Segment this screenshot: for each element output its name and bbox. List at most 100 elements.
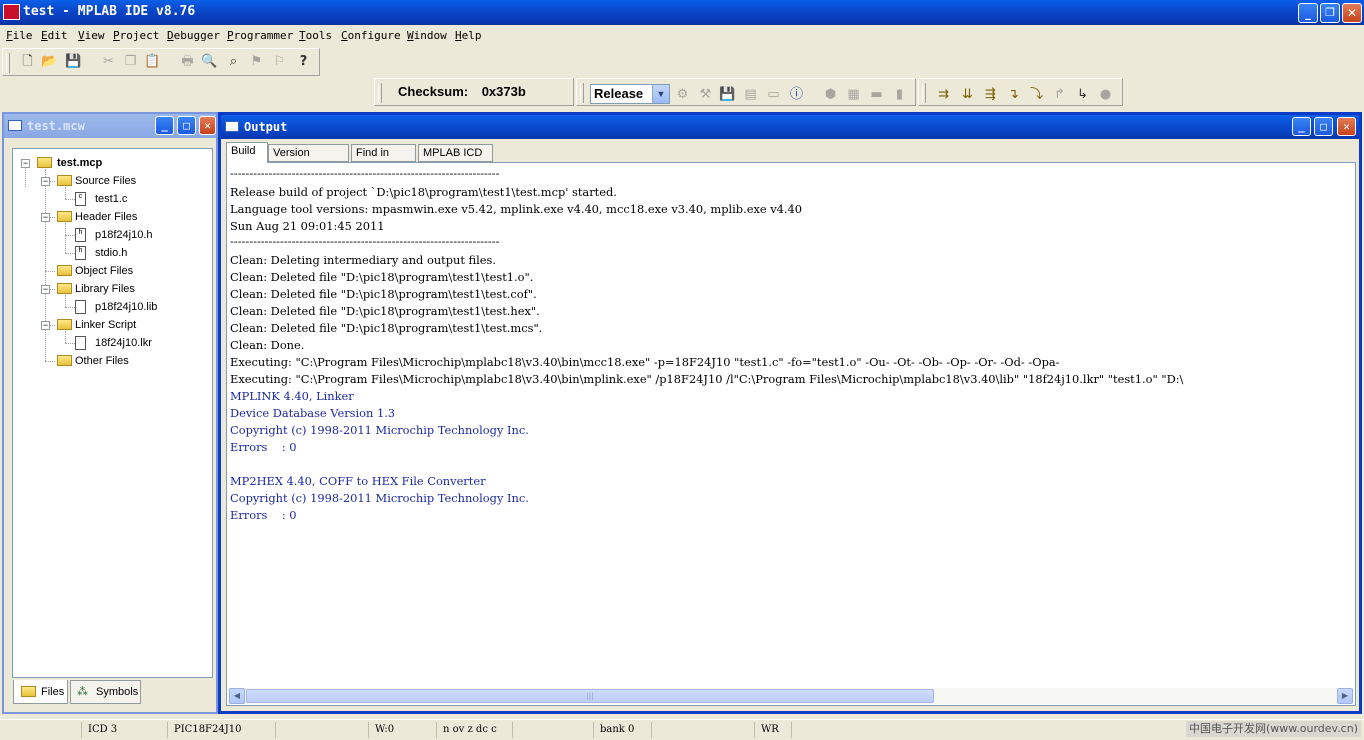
build-all-icon[interactable]: ⚒: [697, 86, 714, 103]
debug-reset-icon[interactable]: ⬢: [822, 86, 839, 103]
status-cell: [652, 722, 755, 738]
menu-help[interactable]: Help: [455, 29, 482, 42]
tab-build[interactable]: Build: [226, 142, 268, 163]
tree-folder-object-files[interactable]: Object Files: [41, 263, 201, 279]
project-window-titlebar[interactable]: test.mcw _ □ ✕: [4, 114, 216, 138]
new-file-icon[interactable]: 🗋: [19, 53, 36, 70]
scrollbar-thumb[interactable]: |||: [246, 689, 934, 703]
menu-debugger[interactable]: Debugger: [167, 29, 220, 42]
read-device-icon[interactable]: ▬: [868, 86, 885, 103]
collapse-icon[interactable]: −: [41, 213, 50, 222]
tree-file-18f24j10-lkr[interactable]: 18f24j10.lkr: [75, 335, 195, 351]
menu-project[interactable]: Project: [113, 29, 159, 42]
help-icon[interactable]: ?: [295, 53, 312, 70]
scroll-left-icon[interactable]: ◀: [229, 688, 245, 704]
tree-folder-other-files[interactable]: Other Files: [41, 353, 201, 369]
build-config-select[interactable]: Release ▼: [590, 84, 670, 104]
c-file-icon: c: [75, 192, 86, 206]
bookmark-icon[interactable]: ⚑: [248, 53, 265, 70]
copy-icon[interactable]: ❐: [122, 53, 139, 70]
tree-folder-source-files[interactable]: − Source Files: [41, 173, 201, 189]
build-output-text[interactable]: ----------------------------------------…: [226, 162, 1356, 706]
status-bank: bank 0: [594, 722, 652, 738]
save-workspace-icon[interactable]: 💾: [719, 86, 736, 103]
mplab-app-icon[interactable]: MPLAB: [3, 4, 20, 20]
output-window-title: Output: [244, 120, 288, 134]
make-icon[interactable]: ⚙: [674, 86, 691, 103]
step-into-icon[interactable]: ↴: [1005, 86, 1022, 103]
open-folder-icon[interactable]: 📂: [41, 53, 58, 70]
minimize-button[interactable]: _: [155, 116, 174, 135]
tree-folder-library-files[interactable]: − Library Files: [41, 281, 201, 297]
tab-mplab-icd3[interactable]: MPLAB ICD 3: [418, 144, 493, 175]
output-line: MP2HEX 4.40, COFF to HEX File Converter: [230, 474, 486, 488]
tree-file-p18f24j10-h[interactable]: h p18f24j10.h: [75, 227, 195, 243]
output-window-titlebar[interactable]: Output _ □ ✕: [221, 115, 1359, 139]
folder-icon: [57, 355, 72, 366]
bookmark-next-icon[interactable]: ⚐: [271, 53, 288, 70]
cut-icon[interactable]: ✂: [100, 53, 117, 70]
maximize-button[interactable]: □: [177, 116, 196, 135]
tab-symbols[interactable]: ⁂ Symbols: [70, 680, 141, 704]
close-button[interactable]: ✕: [1337, 117, 1356, 136]
close-button[interactable]: ✕: [1342, 3, 1362, 23]
tree-folder-linker-script[interactable]: − Linker Script: [41, 317, 201, 333]
menu-programmer[interactable]: Programmer: [227, 29, 293, 42]
add-files-icon[interactable]: ▤: [742, 86, 759, 103]
step-over-icon[interactable]: ⤵: [1028, 86, 1045, 103]
menu-view[interactable]: View: [78, 29, 105, 42]
step-out-icon[interactable]: ↱: [1051, 86, 1068, 103]
animate-icon[interactable]: ⇶: [982, 86, 999, 103]
tree-line: [65, 223, 66, 253]
collapse-icon[interactable]: −: [21, 159, 30, 168]
tree-file-test1-c[interactable]: c test1.c: [75, 191, 195, 207]
title-bar[interactable]: MPLAB test - MPLAB IDE v8.76 _ ❐ ✕: [0, 0, 1364, 25]
toolbar-grip[interactable]: [922, 83, 926, 103]
menu-file[interactable]: File: [6, 29, 33, 42]
horizontal-scrollbar[interactable]: ◀ ||| ▶: [228, 688, 1354, 704]
tab-version-control[interactable]: Version Control: [268, 144, 349, 175]
toolbar-grip[interactable]: [378, 83, 382, 103]
tree-file-stdio-h[interactable]: h stdio.h: [75, 245, 195, 261]
minimize-button[interactable]: _: [1298, 3, 1318, 23]
restore-button[interactable]: ❐: [1320, 3, 1340, 23]
run-icon[interactable]: ⇉: [935, 86, 952, 103]
maximize-button[interactable]: □: [1314, 117, 1333, 136]
save-icon[interactable]: 💾: [65, 53, 82, 70]
minimize-button[interactable]: _: [1292, 117, 1311, 136]
menu-window[interactable]: Window: [407, 29, 447, 42]
paste-icon[interactable]: 📋: [144, 53, 161, 70]
tab-files[interactable]: Files: [13, 680, 68, 704]
breakpoint-icon[interactable]: ●: [1097, 86, 1114, 103]
toolbar-grip[interactable]: [6, 53, 10, 73]
find-in-files-icon[interactable]: ⌕: [225, 53, 242, 70]
find-icon[interactable]: 🔍: [201, 53, 218, 70]
project-tree[interactable]: − test.mcp − Source Files c test1.c − He…: [12, 148, 213, 678]
menu-configure[interactable]: Configure: [341, 29, 401, 42]
tree-line: [65, 253, 75, 254]
collapse-icon[interactable]: −: [41, 321, 50, 330]
tree-folder-header-files[interactable]: − Header Files: [41, 209, 201, 225]
chevron-down-icon[interactable]: ▼: [652, 85, 669, 103]
scroll-right-icon[interactable]: ▶: [1337, 688, 1353, 704]
toolbar-grip[interactable]: [580, 83, 584, 103]
halt-icon[interactable]: ⇊: [959, 86, 976, 103]
tree-root[interactable]: − test.mcp: [21, 155, 201, 171]
close-button[interactable]: ✕: [199, 116, 216, 135]
tab-symbols-label: Symbols: [96, 686, 139, 698]
tab-find-in-files[interactable]: Find in Files: [351, 144, 416, 175]
collapse-icon[interactable]: −: [41, 177, 50, 186]
print-icon[interactable]: 🖶: [179, 53, 196, 70]
output-line: Clean: Done.: [230, 338, 305, 352]
collapse-icon[interactable]: −: [41, 285, 50, 294]
remove-files-icon[interactable]: ▭: [765, 86, 782, 103]
erase-device-icon[interactable]: ▮: [891, 86, 908, 103]
menu-tools[interactable]: Tools: [299, 29, 332, 42]
reset-icon[interactable]: ↳: [1074, 86, 1091, 103]
info-icon[interactable]: ⓘ: [788, 86, 805, 103]
menu-bar: File Edit View Project Debugger Programm…: [0, 26, 1364, 46]
menu-edit[interactable]: Edit: [41, 29, 68, 42]
program-icon[interactable]: ▦: [845, 86, 862, 103]
tree-file-p18f24j10-lib[interactable]: p18f24j10.lib: [75, 299, 195, 315]
tree-line: [65, 235, 75, 236]
